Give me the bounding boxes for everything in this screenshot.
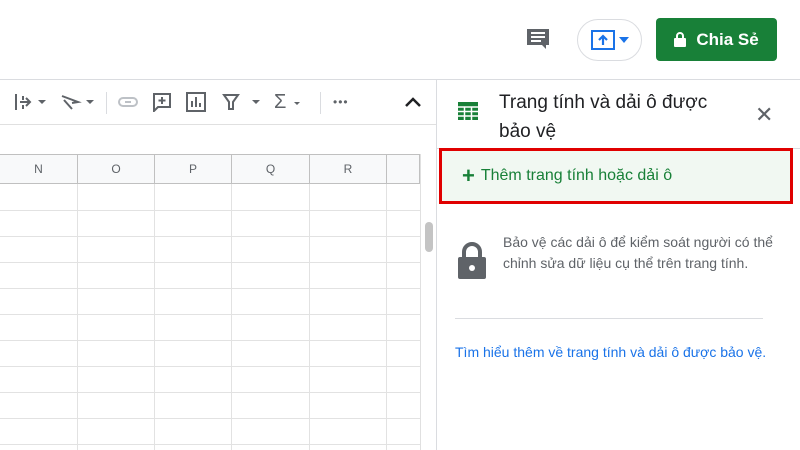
text-rotate-icon[interactable] — [60, 92, 96, 112]
insert-chart-icon[interactable] — [186, 92, 206, 112]
column-header-n[interactable]: N — [0, 155, 78, 184]
column-header-o[interactable]: O — [78, 155, 155, 184]
chevron-down-icon — [618, 37, 629, 43]
insert-comment-icon[interactable] — [152, 92, 172, 112]
panel-title: Trang tính và dải ô được bảo vệ — [499, 92, 708, 142]
filter-icon[interactable] — [222, 92, 266, 112]
add-label: Thêm trang tính hoặc dải ô — [480, 167, 673, 184]
panel-description: Bảo vệ các dải ô để kiểm soát người có t… — [503, 234, 773, 271]
learn-more-link[interactable]: Tìm hiểu thêm về trang tính và dải ô đượ… — [455, 342, 785, 363]
close-icon[interactable]: ✕ — [755, 102, 773, 128]
vertical-scrollbar[interactable] — [420, 154, 436, 450]
sheets-icon — [458, 102, 478, 120]
lock-icon — [458, 242, 486, 279]
column-header-r[interactable]: R — [310, 155, 387, 184]
more-icon[interactable]: ••• — [333, 92, 349, 112]
share-label: Chia Sẻ — [696, 29, 759, 49]
scrollbar-thumb[interactable] — [425, 222, 433, 252]
top-bar: Chia Sẻ — [0, 0, 800, 80]
add-sheet-or-range-button[interactable]: + Thêm trang tính hoặc dải ô — [439, 148, 793, 204]
functions-icon[interactable]: Σ — [274, 91, 304, 113]
toolbar: Σ ••• — [0, 80, 436, 124]
collapse-icon[interactable] — [404, 92, 422, 112]
column-header-next[interactable] — [387, 155, 420, 184]
plus-icon: + — [462, 163, 475, 188]
present-button[interactable] — [577, 19, 642, 61]
protected-ranges-panel: Trang tính và dải ô được bảo vệ ✕ + Thêm… — [436, 80, 800, 450]
present-icon — [590, 30, 615, 50]
text-wrap-icon[interactable] — [14, 92, 48, 112]
share-button[interactable]: Chia Sẻ — [656, 18, 777, 61]
formula-bar[interactable] — [0, 124, 436, 154]
lock-icon — [674, 32, 687, 47]
column-header-p[interactable]: P — [155, 155, 232, 184]
link-icon[interactable] — [117, 92, 139, 112]
column-header-q[interactable]: Q — [232, 155, 310, 184]
comment-icon[interactable] — [526, 28, 550, 50]
divider — [455, 318, 763, 319]
spreadsheet-grid[interactable]: N O P Q R — [0, 154, 420, 450]
